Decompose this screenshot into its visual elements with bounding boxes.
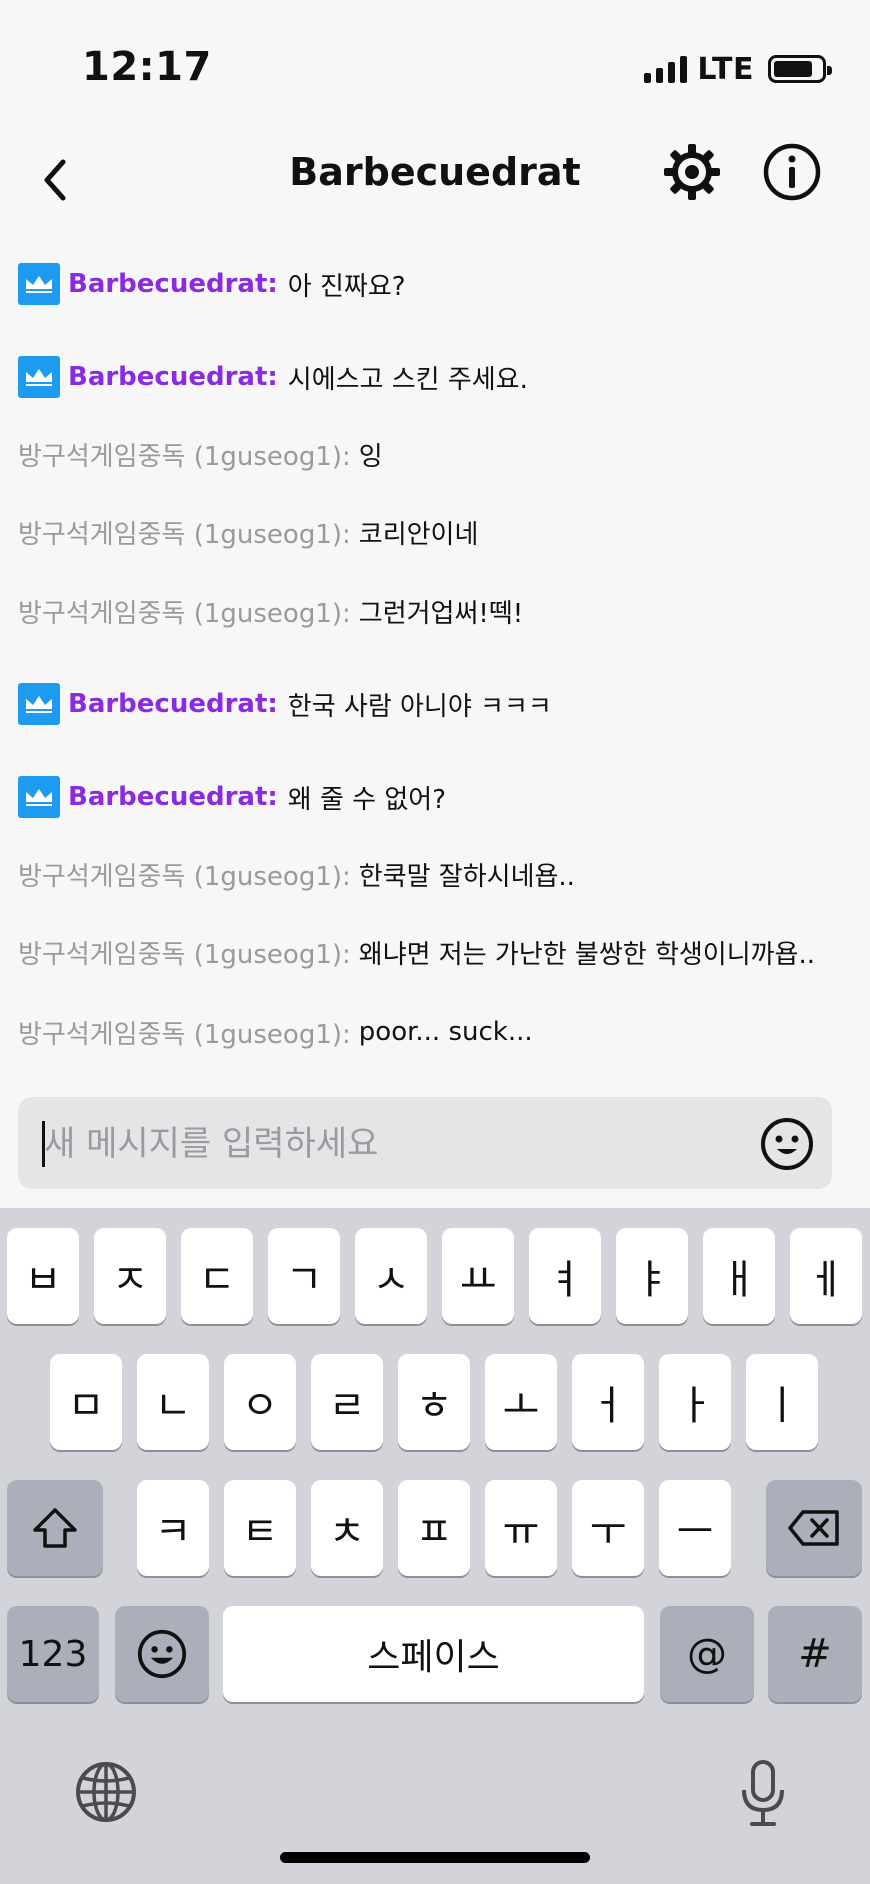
key[interactable]: ㅕ — [529, 1228, 601, 1324]
key[interactable]: ㅎ — [398, 1354, 470, 1450]
key[interactable]: ㅓ — [572, 1354, 644, 1450]
message-text: 그런거업써!떽! — [358, 598, 524, 629]
backspace-key[interactable] — [766, 1480, 862, 1576]
back-button[interactable] — [24, 150, 84, 210]
message-author[interactable]: 방구석게임중독 (1guseog1): — [18, 1014, 351, 1051]
message-author[interactable]: 방구석게임중독 (1guseog1): — [18, 593, 351, 630]
key[interactable]: ㄱ — [268, 1228, 340, 1324]
chat-message: Barbecuedrat: 왜 줄 수 없어? — [18, 775, 446, 819]
key[interactable]: ㅐ — [703, 1228, 775, 1324]
key[interactable]: ㅌ — [224, 1480, 296, 1576]
message-text: 왜냐면 저는 가난한 불쌍한 학생이니까욥.. — [358, 939, 816, 970]
message-author[interactable]: Barbecuedrat: — [68, 782, 278, 812]
keyboard: ㅂ ㅈ ㄷ ㄱ ㅅ ㅛ ㅕ ㅑ ㅐ ㅔ ㅁ ㄴ ㅇ ㄹ ㅎ ㅗ ㅓ ㅏ ㅣ ㅋ … — [0, 1208, 870, 1884]
emoji-icon — [137, 1629, 187, 1679]
message-author[interactable]: 방구석게임중독 (1guseog1): — [18, 856, 351, 893]
message-author[interactable]: Barbecuedrat: — [68, 362, 278, 392]
message-author[interactable]: 방구석게임중독 (1guseog1): — [18, 934, 351, 971]
key[interactable]: ㄹ — [311, 1354, 383, 1450]
key[interactable]: ㅜ — [572, 1480, 644, 1576]
key[interactable]: ㅋ — [137, 1480, 209, 1576]
key[interactable]: ㅏ — [659, 1354, 731, 1450]
key[interactable]: ㅈ — [94, 1228, 166, 1324]
key[interactable]: ㅅ — [355, 1228, 427, 1324]
message-input[interactable]: 새 메시지를 입력하세요 — [18, 1097, 832, 1189]
info-button[interactable] — [760, 140, 824, 204]
status-time: 12:17 — [82, 44, 212, 90]
message-text: poor... suck... — [358, 1017, 533, 1047]
key[interactable]: ㅁ — [50, 1354, 122, 1450]
emoji-button[interactable] — [760, 1117, 814, 1171]
chat-message: 방구석게임중독 (1guseog1): 코리안이네 — [18, 510, 478, 554]
chat-message: Barbecuedrat: 시에스고 스킨 주세요. — [18, 355, 528, 399]
message-text: 잉 — [358, 441, 383, 472]
chat-message: Barbecuedrat: 아 진짜요? — [18, 262, 406, 306]
emoji-key[interactable] — [115, 1606, 209, 1702]
settings-button[interactable] — [660, 140, 724, 204]
crown-icon — [18, 683, 60, 725]
key[interactable]: ㅍ — [398, 1480, 470, 1576]
emoji-icon — [761, 1118, 813, 1170]
battery-icon — [768, 55, 832, 83]
message-input-placeholder: 새 메시지를 입력하세요 — [44, 1124, 379, 1164]
message-text: 왜 줄 수 없어? — [287, 784, 446, 815]
key[interactable]: ㅗ — [485, 1354, 557, 1450]
key[interactable]: ㅔ — [790, 1228, 862, 1324]
key[interactable]: ㅇ — [224, 1354, 296, 1450]
key[interactable]: ㅛ — [442, 1228, 514, 1324]
globe-button[interactable] — [74, 1760, 138, 1824]
message-text: 아 진짜요? — [287, 271, 406, 302]
page-title: Barbecuedrat — [289, 150, 581, 194]
chevron-left-icon — [44, 159, 66, 201]
dictation-button[interactable] — [738, 1758, 788, 1830]
info-icon — [763, 143, 821, 201]
key[interactable]: ㅊ — [311, 1480, 383, 1576]
chat-message: 방구석게임중독 (1guseog1): 한쿡말 잘하시네욥.. — [18, 852, 575, 896]
mic-icon — [742, 1760, 784, 1826]
shift-key[interactable] — [7, 1480, 103, 1576]
crown-icon — [18, 356, 60, 398]
hash-key[interactable]: # — [768, 1606, 862, 1702]
numbers-key[interactable]: 123 — [7, 1606, 99, 1702]
crown-icon — [18, 263, 60, 305]
chat-message: 방구석게임중독 (1guseog1): 그런거업써!떽! — [18, 589, 523, 633]
message-text: 한국 사람 아니야 ㅋㅋㅋ — [287, 691, 552, 722]
key[interactable]: ㅣ — [746, 1354, 818, 1450]
message-author[interactable]: Barbecuedrat: — [68, 689, 278, 719]
key[interactable]: ㅑ — [616, 1228, 688, 1324]
message-author[interactable]: 방구석게임중독 (1guseog1): — [18, 436, 351, 473]
message-text: 한쿡말 잘하시네욥.. — [358, 861, 575, 892]
chat-message: 방구석게임중독 (1guseog1): 잉 — [18, 432, 383, 476]
chat-message: 방구석게임중독 (1guseog1): poor... suck... — [18, 1010, 533, 1054]
backspace-icon — [788, 1510, 839, 1546]
key[interactable]: ㅡ — [659, 1480, 731, 1576]
key[interactable]: ㅠ — [485, 1480, 557, 1576]
message-text: 시에스고 스킨 주세요. — [287, 364, 528, 395]
network-label: LTE — [697, 51, 754, 87]
message-author[interactable]: Barbecuedrat: — [68, 269, 278, 299]
gear-icon — [664, 144, 720, 200]
space-key[interactable]: 스페이스 — [223, 1606, 644, 1702]
crown-icon — [18, 776, 60, 818]
signal-icon — [644, 55, 688, 83]
globe-icon — [76, 1762, 136, 1822]
status-bar: 12:17 LTE — [0, 0, 870, 130]
home-indicator[interactable] — [280, 1852, 590, 1863]
chat-header: Barbecuedrat — [0, 130, 870, 230]
chat-message: Barbecuedrat: 한국 사람 아니야 ㅋㅋㅋ — [18, 682, 552, 726]
status-indicators: LTE — [644, 51, 832, 87]
key[interactable]: ㅂ — [7, 1228, 79, 1324]
message-text: 코리안이네 — [358, 519, 479, 550]
key[interactable]: ㄷ — [181, 1228, 253, 1324]
message-author[interactable]: 방구석게임중독 (1guseog1): — [18, 514, 351, 551]
chat-message: 방구석게임중독 (1guseog1): 왜냐면 저는 가난한 불쌍한 학생이니까… — [18, 930, 815, 974]
key[interactable]: ㄴ — [137, 1354, 209, 1450]
at-key[interactable]: @ — [660, 1606, 754, 1702]
shift-icon — [33, 1508, 77, 1548]
